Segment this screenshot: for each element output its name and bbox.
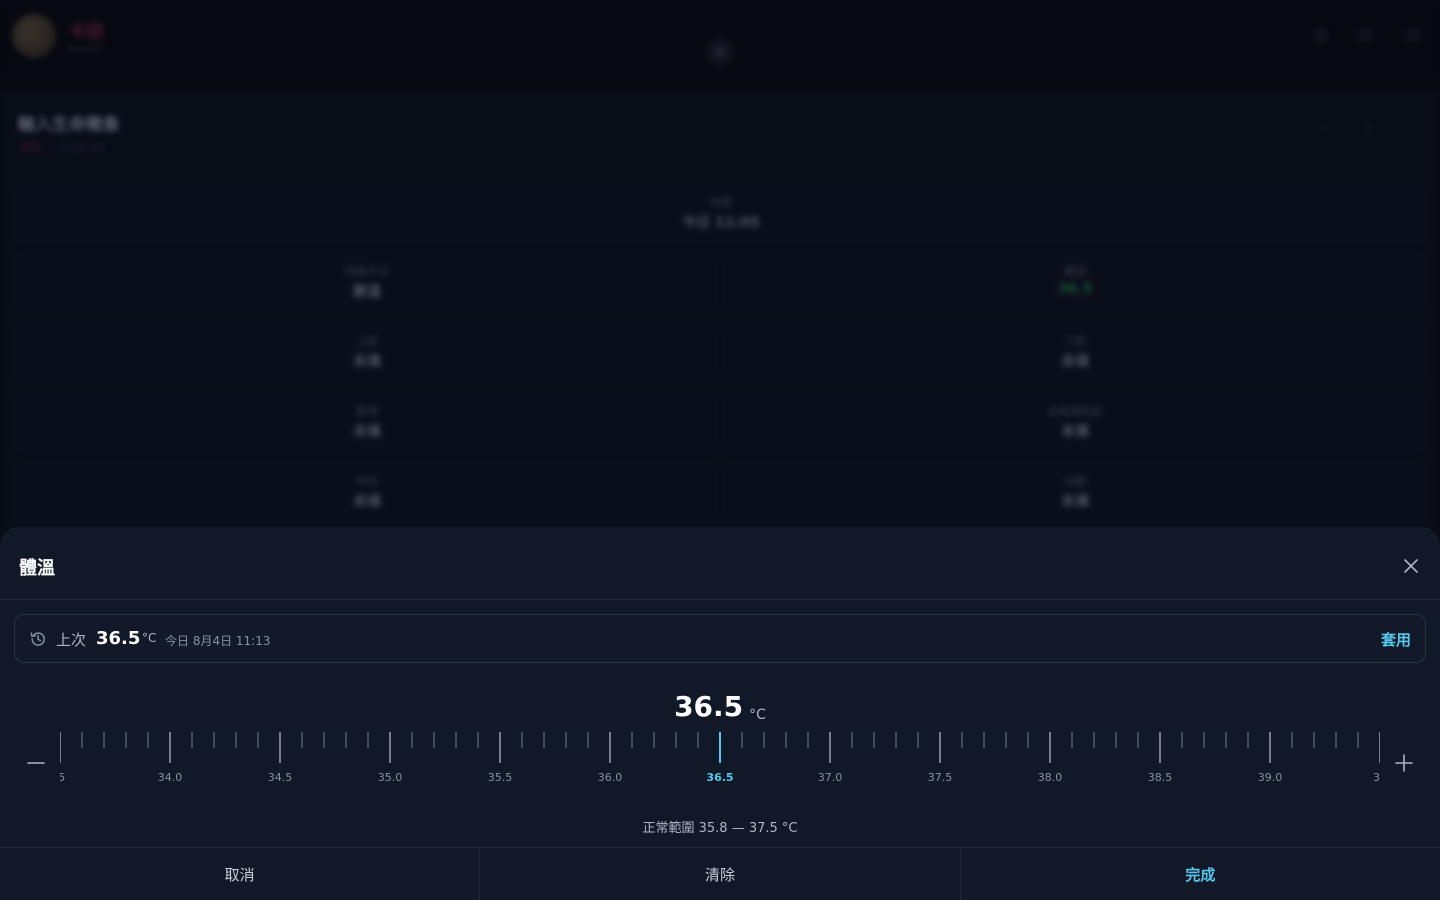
- last-label: 上次: [56, 631, 87, 649]
- sheet-footer: 取消 清除 完成: [0, 847, 1440, 900]
- last-reading-box: 上次 36.5 °C 今日 8月4日 11:13 套用: [14, 614, 1426, 663]
- temperature-ruler[interactable]: .5 34.0 34.5 35.0 35.5 36.0 36.5 37.0 37.5 38.0 38…: [60, 732, 1380, 797]
- close-icon: [1404, 559, 1418, 573]
- ruler-tick-label: 37.0: [818, 771, 843, 784]
- close-button[interactable]: [1398, 553, 1424, 579]
- ruler-tick-label: 37.5: [928, 771, 953, 784]
- current-value-display: 36.5 °C: [0, 690, 1440, 723]
- ruler-tick-label: 35.0: [378, 771, 403, 784]
- normal-range-text: 正常範圍 35.8 — 37.5 °C: [642, 821, 798, 836]
- last-unit: °C: [142, 631, 157, 645]
- last-timestamp: 今日 8月4日 11:13: [165, 634, 271, 648]
- decrement-button[interactable]: [24, 751, 48, 775]
- ruler-tick-label: .5: [60, 771, 65, 784]
- ruler-tick-label: 36.5: [706, 771, 733, 784]
- ruler-tick-label: 38.0: [1038, 771, 1063, 784]
- apply-button[interactable]: 套用: [1381, 629, 1411, 650]
- minus-icon: [27, 762, 45, 764]
- cancel-button[interactable]: 取消: [0, 848, 481, 900]
- history-icon: [30, 632, 45, 646]
- ruler-tick-label: 34.5: [268, 771, 293, 784]
- ruler-tick-label: 38.5: [1148, 771, 1173, 784]
- ruler-scale[interactable]: .5 34.0 34.5 35.0 35.5 36.0 36.5 37.0 37.5 38.0 38…: [60, 732, 1380, 797]
- increment-button[interactable]: [1392, 751, 1416, 775]
- done-button[interactable]: 完成: [961, 848, 1440, 900]
- clear-button[interactable]: 清除: [480, 848, 961, 900]
- sheet-title: 體溫: [19, 558, 55, 579]
- ruler-tick-label: 34.0: [158, 771, 183, 784]
- ruler-tick-label: 36.0: [598, 771, 623, 784]
- plus-icon: [1395, 754, 1413, 772]
- last-value: 36.5: [96, 628, 141, 649]
- ruler-tick-label: 39: [1373, 771, 1380, 784]
- ruler-tick-label: 35.5: [488, 771, 513, 784]
- temperature-sheet: 體溫 上次 36.5 °C 今日 8月4日 11:13 套用 36.5°C .5…: [0, 527, 1440, 900]
- sheet-header: 體溫: [0, 527, 1440, 600]
- current-unit: °C: [749, 707, 766, 723]
- current-value: 36.5: [674, 690, 744, 723]
- ruler-tick-label: 39.0: [1258, 771, 1283, 784]
